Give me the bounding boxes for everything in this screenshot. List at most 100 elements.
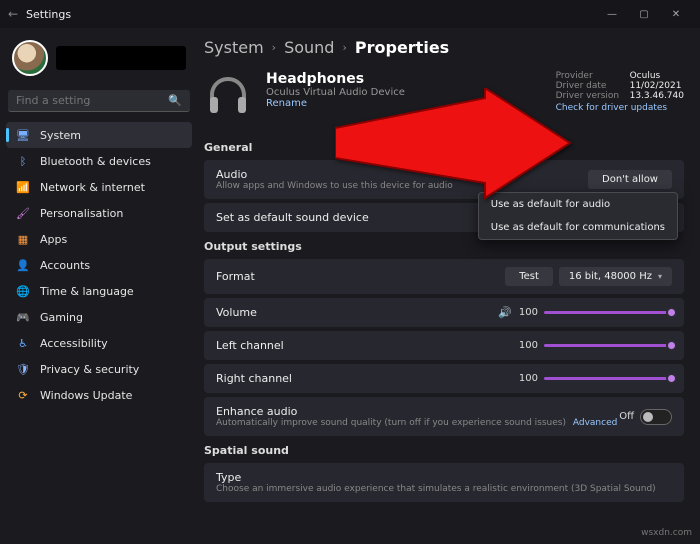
sidebar-item-time[interactable]: 🌐 Time & language (6, 278, 192, 304)
driver-provider-label: Provider (556, 71, 620, 81)
nav-label: System (40, 129, 81, 142)
sidebar-item-gaming[interactable]: 🎮 Gaming (6, 304, 192, 330)
test-button[interactable]: Test (505, 267, 553, 286)
format-value: 16 bit, 48000 Hz (569, 271, 652, 282)
globe-icon: 🌐 (16, 284, 30, 298)
speaker-icon[interactable]: 🔊 (498, 306, 512, 319)
menu-default-audio[interactable]: Use as default for audio (479, 193, 677, 216)
chevron-right-icon: › (272, 41, 276, 54)
sidebar-item-apps[interactable]: ▦ Apps (6, 226, 192, 252)
nav-label: Accounts (40, 259, 90, 272)
brush-icon: 🖌 (16, 206, 30, 220)
device-header: Headphones Oculus Virtual Audio Device R… (204, 67, 684, 133)
nav-label: Apps (40, 233, 67, 246)
driver-date-value: 11/02/2021 (630, 81, 682, 91)
type-card[interactable]: Type Choose an immersive audio experienc… (204, 463, 684, 502)
sidebar-item-system[interactable]: 🖥 System (6, 122, 192, 148)
main-content: System › Sound › Properties Headphones O… (198, 28, 700, 544)
check-updates-link[interactable]: Check for driver updates (556, 103, 684, 113)
type-desc: Choose an immersive audio experience tha… (216, 484, 656, 494)
nav-label: Windows Update (40, 389, 132, 402)
enhance-toggle[interactable] (640, 409, 672, 425)
enhance-desc: Automatically improve sound quality (tur… (216, 418, 617, 428)
system-icon: 🖥 (16, 128, 30, 142)
update-icon: ⟳ (16, 388, 30, 402)
close-button[interactable]: ✕ (660, 9, 692, 20)
nav-label: Time & language (40, 285, 134, 298)
advanced-link[interactable]: Advanced (573, 418, 617, 428)
section-general: General (204, 141, 684, 154)
format-select[interactable]: 16 bit, 48000 Hz ▾ (559, 267, 672, 286)
window-title: Settings (26, 8, 71, 21)
shield-icon: 🛡 (16, 362, 30, 376)
driver-date-label: Driver date (556, 81, 620, 91)
dont-allow-button[interactable]: Don't allow (588, 170, 672, 189)
left-value: 100 (518, 340, 538, 351)
gamepad-icon: 🎮 (16, 310, 30, 324)
profile-row[interactable] (6, 36, 192, 86)
format-card: Format Test 16 bit, 48000 Hz ▾ (204, 259, 684, 294)
person-icon: 👤 (16, 258, 30, 272)
sidebar-item-personalisation[interactable]: 🖌 Personalisation (6, 200, 192, 226)
nav-label: Personalisation (40, 207, 123, 220)
driver-info: Provider Oculus Driver date 11/02/2021 Dri… (556, 71, 684, 119)
maximize-button[interactable]: ▢ (628, 9, 660, 20)
default-context-menu: Use as default for audio Use as default … (478, 192, 678, 240)
chevron-right-icon: › (342, 41, 346, 54)
volume-value: 100 (518, 307, 538, 318)
crumb-sound[interactable]: Sound (284, 38, 334, 57)
crumb-properties: Properties (355, 38, 449, 57)
crumb-system[interactable]: System (204, 38, 264, 57)
nav-label: Bluetooth & devices (40, 155, 151, 168)
left-label: Left channel (216, 339, 284, 352)
menu-default-comms[interactable]: Use as default for communications (479, 216, 677, 239)
wifi-icon: 📶 (16, 180, 30, 194)
enhance-label: Enhance audio (216, 405, 617, 418)
user-name-redacted (56, 46, 186, 70)
type-label: Type (216, 471, 656, 484)
enhance-card: Enhance audio Automatically improve soun… (204, 397, 684, 436)
title-bar: ← Settings — ▢ ✕ (0, 0, 700, 28)
right-slider[interactable] (544, 377, 672, 380)
nav-list: 🖥 System ᛒ Bluetooth & devices 📶Network & … (6, 122, 192, 408)
sidebar-item-accessibility[interactable]: ♿ Accessibility (6, 330, 192, 356)
enhance-state: Off (619, 411, 634, 422)
driver-provider-value: Oculus (630, 71, 661, 81)
nav-label: Privacy & security (40, 363, 139, 376)
chevron-down-icon: ▾ (658, 272, 662, 281)
volume-slider[interactable] (544, 311, 672, 314)
sidebar-item-network[interactable]: 📶Network & internet (6, 174, 192, 200)
accessibility-icon: ♿ (16, 336, 30, 350)
section-spatial: Spatial sound (204, 444, 684, 457)
sidebar-item-bluetooth[interactable]: ᛒ Bluetooth & devices (6, 148, 192, 174)
nav-label: Gaming (40, 311, 83, 324)
bluetooth-icon: ᛒ (16, 154, 30, 168)
search-box[interactable]: 🔍 (8, 90, 190, 112)
driver-version-value: 13.3.46.740 (630, 91, 684, 101)
audio-label: Audio (216, 168, 453, 181)
left-channel-card: Left channel 100 (204, 331, 684, 360)
audio-desc: Allow apps and Windows to use this devic… (216, 181, 453, 191)
left-slider[interactable] (544, 344, 672, 347)
format-label: Format (216, 270, 255, 283)
right-channel-card: Right channel 100 (204, 364, 684, 393)
right-label: Right channel (216, 372, 292, 385)
minimize-button[interactable]: — (596, 9, 628, 20)
sidebar-item-accounts[interactable]: 👤 Accounts (6, 252, 192, 278)
apps-icon: ▦ (16, 232, 30, 246)
driver-version-label: Driver version (556, 91, 620, 101)
section-output: Output settings (204, 240, 684, 253)
back-button[interactable]: ← (8, 7, 26, 21)
headphones-icon (204, 71, 252, 119)
nav-label: Accessibility (40, 337, 108, 350)
search-input[interactable] (16, 94, 168, 107)
volume-label: Volume (216, 306, 257, 319)
sidebar-item-update[interactable]: ⟳ Windows Update (6, 382, 192, 408)
set-default-label: Set as default sound device (216, 211, 369, 224)
device-name: Headphones (266, 71, 405, 87)
sidebar-item-privacy[interactable]: 🛡 Privacy & security (6, 356, 192, 382)
device-subtitle: Oculus Virtual Audio Device (266, 87, 405, 98)
right-value: 100 (518, 373, 538, 384)
rename-link[interactable]: Rename (266, 98, 405, 109)
breadcrumb: System › Sound › Properties (204, 34, 684, 67)
